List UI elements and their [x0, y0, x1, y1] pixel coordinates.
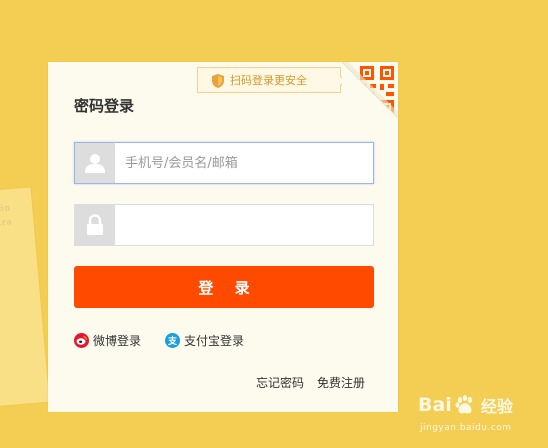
- alipay-icon: 支: [165, 333, 180, 348]
- weibo-login-link[interactable]: 微博登录: [74, 332, 141, 349]
- login-button[interactable]: 登 录: [74, 266, 374, 308]
- paw-icon: [454, 394, 476, 416]
- alipay-login-link[interactable]: 支 支付宝登录: [165, 332, 244, 349]
- login-panel: 密码登录 扫码登录更安全 手机号/会员名/邮箱 登 录 微博登录 支 支付宝登录…: [48, 62, 398, 412]
- watermark-url: jingyan.baidu.com: [420, 423, 512, 433]
- background-card-line: ntra: [0, 217, 13, 228]
- register-link[interactable]: 免费注册: [317, 374, 365, 391]
- qr-code-icon: [342, 62, 398, 118]
- alipay-login-label: 支付宝登录: [184, 334, 245, 348]
- shield-icon: [212, 73, 224, 88]
- watermark-logo: Bai 经验: [418, 393, 513, 417]
- watermark: Bai 经验 jingyan.baidu.com: [418, 393, 543, 443]
- user-icon: [75, 143, 115, 183]
- password-field[interactable]: [74, 204, 374, 246]
- lock-icon: [75, 205, 115, 245]
- username-input[interactable]: [115, 143, 373, 183]
- qr-login-tip[interactable]: 扫码登录更安全: [197, 67, 347, 93]
- page-title: 密码登录: [74, 97, 135, 115]
- qr-code-corner[interactable]: [342, 62, 398, 118]
- username-field[interactable]: [74, 142, 374, 184]
- qr-tip-text: 扫码登录更安全: [230, 74, 307, 87]
- account-links: 忘记密码 免费注册: [256, 374, 365, 391]
- background-card-line: sión: [0, 203, 12, 214]
- watermark-brand-right: 经验: [480, 397, 513, 416]
- forgot-password-link[interactable]: 忘记密码: [256, 374, 304, 391]
- weibo-icon: [74, 333, 89, 348]
- background-card: sión ntra: [0, 187, 50, 408]
- weibo-login-label: 微博登录: [93, 334, 142, 348]
- password-input[interactable]: [115, 205, 373, 245]
- watermark-brand-left: Bai: [418, 394, 452, 416]
